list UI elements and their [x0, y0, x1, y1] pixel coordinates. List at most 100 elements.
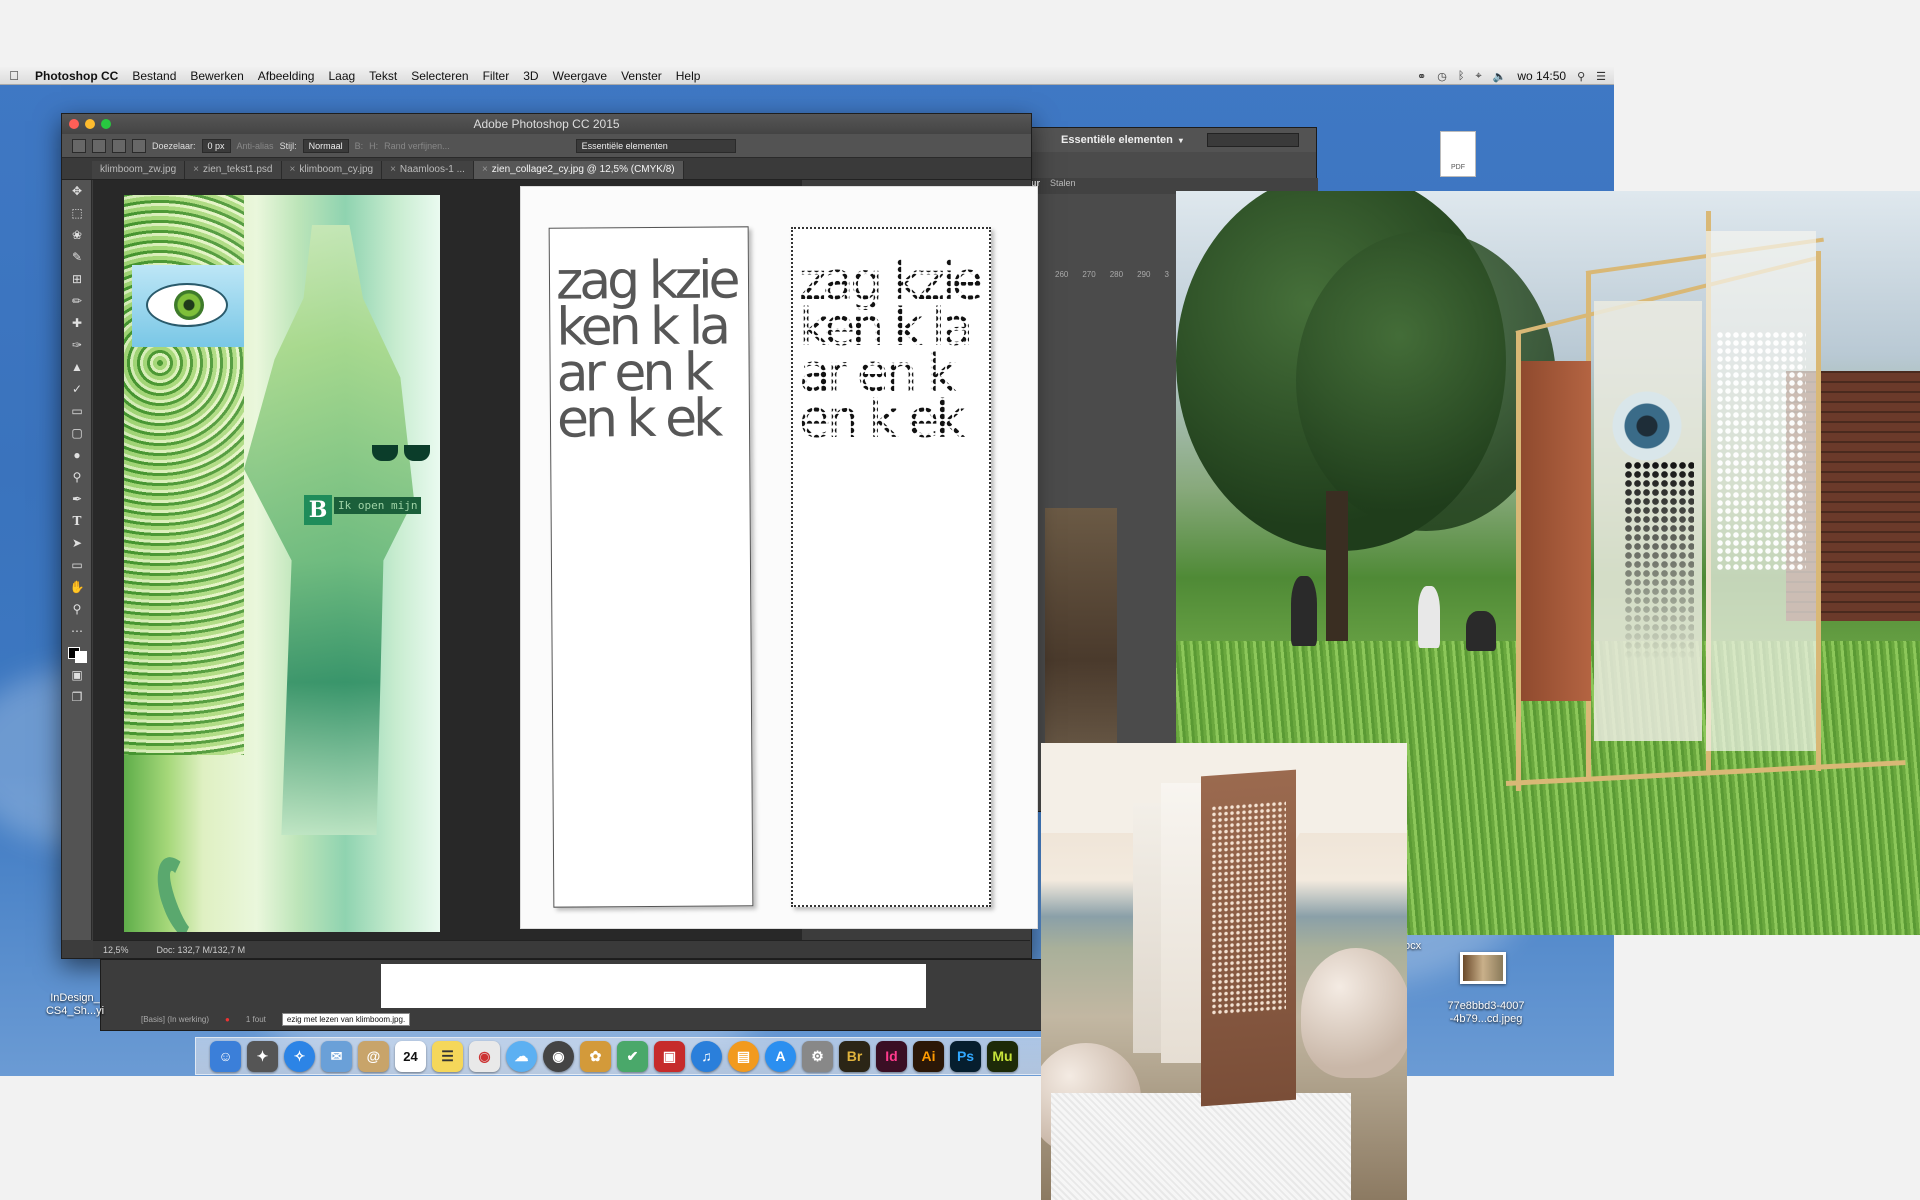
move-tool-icon[interactable]: ✥: [62, 180, 92, 202]
eraser-tool-icon[interactable]: ▭: [62, 400, 92, 422]
photoshop-icon[interactable]: Ps: [950, 1040, 981, 1072]
zoom-icon[interactable]: [101, 119, 111, 129]
menu-venster[interactable]: Venster: [614, 69, 669, 83]
menu-clock[interactable]: wo 14:50: [1517, 69, 1566, 83]
quick-mask-icon[interactable]: ▣: [62, 664, 92, 686]
crop-tool-icon[interactable]: ⊞: [62, 268, 92, 290]
system-preferences-icon[interactable]: ⚙: [802, 1040, 833, 1072]
zoom-level[interactable]: 12,5%: [103, 945, 129, 955]
add-selection-icon[interactable]: [112, 138, 126, 153]
apple-icon[interactable]: : [0, 68, 28, 83]
facetime-icon[interactable]: ◉: [543, 1040, 574, 1072]
contacts-icon[interactable]: @: [358, 1040, 389, 1072]
more-tools-icon[interactable]: ⋯: [62, 620, 92, 642]
doc-tab[interactable]: × klimboom_cy.jpg: [281, 161, 383, 179]
menu-afbeelding[interactable]: Afbeelding: [251, 69, 322, 83]
doc-tab[interactable]: klimboom_zw.jpg: [92, 161, 186, 179]
illustrator-icon[interactable]: Ai: [913, 1040, 944, 1072]
menu-laag[interactable]: Laag: [321, 69, 362, 83]
path-select-icon[interactable]: ➤: [62, 532, 92, 554]
indesign-file-label[interactable]: InDesign_ CS4_Sh...yi: [40, 992, 110, 1018]
minimize-icon[interactable]: [85, 119, 95, 129]
time-machine-icon[interactable]: ◷: [1437, 70, 1447, 83]
history-brush-icon[interactable]: ✓: [62, 378, 92, 400]
launchpad-icon[interactable]: ✦: [247, 1040, 278, 1072]
itunes-icon[interactable]: ♫: [691, 1040, 722, 1072]
safari-icon[interactable]: ✧: [284, 1040, 315, 1072]
gradient-tool-icon[interactable]: ▢: [62, 422, 92, 444]
panel-search-input[interactable]: [1206, 133, 1299, 147]
blur-tool-icon[interactable]: ●: [62, 444, 92, 466]
refine-edge-button[interactable]: Rand verfijnen...: [384, 141, 450, 151]
finder-icon[interactable]: ☺: [210, 1040, 241, 1072]
dodge-tool-icon[interactable]: ⚲: [62, 466, 92, 488]
photos-icon[interactable]: ✿: [580, 1040, 611, 1072]
doc-tab[interactable]: × zien_tekst1.psd: [185, 161, 282, 179]
menu-bestand[interactable]: Bestand: [125, 69, 183, 83]
tab-stalen[interactable]: Stalen: [1050, 178, 1076, 194]
indesign-page: [381, 964, 926, 1008]
close-tab-icon[interactable]: ×: [482, 164, 488, 175]
mail-icon[interactable]: ✉: [321, 1040, 352, 1072]
menu-app-photoshop[interactable]: Photoshop CC: [28, 69, 125, 83]
workspace-select[interactable]: Essentiële elementen: [575, 138, 736, 153]
menu-tekst[interactable]: Tekst: [362, 69, 404, 83]
quick-select-tool-icon[interactable]: ✎: [62, 246, 92, 268]
notes-icon[interactable]: ☰: [432, 1040, 463, 1072]
pdf-file-icon[interactable]: PDF: [1440, 131, 1476, 177]
menu-filter[interactable]: Filter: [476, 69, 517, 83]
photo-booth-icon[interactable]: ▣: [654, 1040, 685, 1072]
menu-weergave[interactable]: Weergave: [546, 69, 614, 83]
shape-tool-icon[interactable]: ▭: [62, 554, 92, 576]
wifi-icon[interactable]: ⌖: [1475, 70, 1481, 83]
color-swatches-icon[interactable]: [62, 642, 92, 664]
close-icon[interactable]: [69, 119, 79, 129]
jpeg-file-label[interactable]: 77e8bbd3-4007 -4b79...cd.jpeg: [1436, 1000, 1536, 1026]
lasso-tool-icon[interactable]: ❀: [62, 224, 92, 246]
doc-tab[interactable]: × Naamloos-1 ...: [382, 161, 474, 179]
feather-input[interactable]: 0 px: [201, 138, 231, 153]
new-selection-icon[interactable]: [92, 138, 106, 153]
menu-bewerken[interactable]: Bewerken: [183, 69, 250, 83]
menu-selecteren[interactable]: Selecteren: [404, 69, 475, 83]
close-tab-icon[interactable]: ×: [390, 164, 396, 175]
eyedropper-tool-icon[interactable]: ✏: [62, 290, 92, 312]
menu-3d[interactable]: 3D: [516, 69, 545, 83]
marquee-tool-preset-icon[interactable]: [72, 138, 86, 153]
stamp-tool-icon[interactable]: ▲: [62, 356, 92, 378]
screen-mode-icon[interactable]: ❐: [62, 686, 92, 708]
jpeg-file-icon[interactable]: [1460, 952, 1506, 984]
zoom-tool-icon[interactable]: ⚲: [62, 598, 92, 620]
bluetooth-icon[interactable]: ᛒ: [1458, 70, 1465, 82]
app-store-icon[interactable]: A: [765, 1040, 796, 1072]
brush-tool-icon[interactable]: ✑: [62, 334, 92, 356]
hand-tool-icon[interactable]: ✋: [62, 576, 92, 598]
reminders-icon[interactable]: ◉: [469, 1040, 500, 1072]
messages-icon[interactable]: ☁: [506, 1040, 537, 1072]
type-tool-icon[interactable]: T: [62, 510, 92, 532]
creative-cloud-icon[interactable]: ⚭: [1417, 70, 1426, 83]
doc-tab-active[interactable]: × zien_collage2_cy.jpg @ 12,5% (CMYK/8): [473, 161, 684, 179]
ibooks-icon[interactable]: ▤: [728, 1040, 759, 1072]
marquee-tool-icon[interactable]: ⬚: [62, 202, 92, 224]
calendar-icon[interactable]: 24: [395, 1040, 426, 1072]
preview-icon[interactable]: ✔: [617, 1040, 648, 1072]
style-select[interactable]: Normaal: [302, 138, 349, 153]
layered-typography: zag kzie ken k laar en k en k ek: [555, 250, 737, 450]
preflight-errors[interactable]: 1 fout: [246, 1015, 266, 1024]
window-controls: [69, 119, 111, 129]
antialias-checkbox[interactable]: Anti-alias: [237, 141, 274, 151]
close-tab-icon[interactable]: ×: [193, 164, 199, 175]
healing-brush-icon[interactable]: ✚: [62, 312, 92, 334]
bridge-icon[interactable]: Br: [839, 1040, 870, 1072]
panel-workspace-switcher[interactable]: Essentiële elementen: [1061, 134, 1173, 146]
subtract-selection-icon[interactable]: [132, 138, 146, 153]
spotlight-search-icon[interactable]: ⚲: [1577, 70, 1585, 83]
pen-tool-icon[interactable]: ✒: [62, 488, 92, 510]
notification-center-icon[interactable]: ☰: [1596, 70, 1606, 83]
menu-help[interactable]: Help: [669, 69, 708, 83]
volume-icon[interactable]: 🔈: [1493, 70, 1507, 83]
muse-icon[interactable]: Mu: [987, 1040, 1018, 1072]
indesign-icon[interactable]: Id: [876, 1040, 907, 1072]
close-tab-icon[interactable]: ×: [290, 164, 296, 175]
